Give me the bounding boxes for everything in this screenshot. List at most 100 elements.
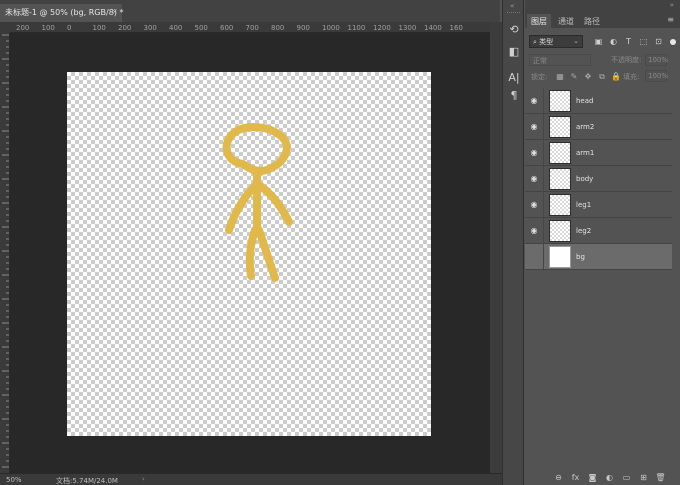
layer-name: leg2 [576, 227, 592, 235]
ruler-corner[interactable] [0, 22, 10, 33]
type-filter-icon[interactable]: T [623, 36, 634, 47]
panel-grip[interactable] [507, 12, 520, 14]
history-icon[interactable]: ⟲ [506, 22, 522, 38]
filter-toggle-dot[interactable] [670, 39, 676, 45]
lock-all-icon[interactable]: 🔒 [611, 72, 621, 82]
layer-row-leg1[interactable]: ◉ leg1 [525, 192, 672, 218]
character-icon[interactable]: A| [506, 70, 522, 86]
ruler-tick-label: 300 [143, 24, 157, 32]
eye-icon[interactable]: ◉ [529, 226, 539, 236]
ruler-tick-label: 900 [296, 24, 310, 32]
fill-field[interactable]: 100% [645, 70, 668, 82]
new-group-icon[interactable]: ▭ [621, 472, 632, 483]
layer-row-leg2[interactable]: ◉ leg2 [525, 218, 672, 244]
panel-tabs: 图层 通道 路径 ≡ [525, 12, 680, 28]
delete-layer-icon[interactable]: 🗑 [655, 472, 666, 483]
adjust-icon[interactable]: ◧ [506, 44, 522, 60]
ruler-tick-label: 1000 [322, 24, 340, 32]
expand-panel-icon[interactable]: » [670, 1, 674, 9]
pixel-filter-icon[interactable]: ▣ [593, 36, 604, 47]
eye-icon[interactable]: ◉ [529, 122, 539, 132]
lock-position-icon[interactable]: ✥ [583, 72, 593, 82]
layer-filter-row: ⌕ 类型 ⌄ ▣ ◐ T ⬚ ⊡ [525, 34, 680, 50]
vertical-ruler[interactable] [0, 33, 10, 473]
blend-row: 正常 不透明度: 100% [525, 54, 680, 68]
collapse-panels-icon[interactable]: « [510, 2, 514, 10]
ruler-tick-label: 600 [220, 24, 234, 32]
tab-paths[interactable]: 路径 [580, 14, 604, 28]
document-tab-bar: 未标题-1 @ 50% (bg, RGB/8) * × [0, 0, 500, 22]
visibility-toggle[interactable] [529, 252, 539, 262]
lock-image-icon[interactable]: ✎ [569, 72, 579, 82]
opacity-label: 不透明度: [611, 56, 642, 64]
layer-thumbnail [549, 220, 571, 242]
figure-arm-left [225, 182, 259, 234]
layer-separator [543, 192, 544, 218]
document-info: 文档:5.74M/24.0M [56, 477, 118, 485]
layer-row-head[interactable]: ◉ head [525, 88, 672, 114]
layer-thumbnail [549, 194, 571, 216]
ruler-tick-label: 0 [67, 24, 72, 32]
tab-layers[interactable]: 图层 [527, 14, 551, 28]
eye-icon[interactable]: ◉ [529, 96, 539, 106]
adjustment-layer-icon[interactable]: ◐ [604, 472, 615, 483]
chevron-down-icon: ⌄ [573, 37, 579, 45]
layer-thumbnail [549, 246, 571, 268]
add-mask-icon[interactable]: ◙ [587, 472, 598, 483]
panel-menu-icon[interactable]: ≡ [667, 15, 674, 24]
link-layers-icon[interactable]: ⊖ [553, 472, 564, 483]
opacity-field[interactable]: 100% [645, 54, 668, 66]
layer-name: head [576, 97, 594, 105]
vertical-scrollbar[interactable] [490, 22, 502, 473]
layer-style-icon[interactable]: fx [570, 472, 581, 483]
layer-row-arm2[interactable]: ◉ arm2 [525, 114, 672, 140]
document-canvas[interactable] [67, 72, 431, 436]
eye-icon[interactable]: ◉ [529, 174, 539, 184]
eye-icon[interactable]: ◉ [529, 148, 539, 158]
lock-artboard-icon[interactable]: ⧉ [597, 72, 607, 82]
lock-transparent-icon[interactable]: ▦ [555, 72, 565, 82]
layer-name: arm1 [576, 149, 595, 157]
adjustment-filter-icon[interactable]: ◐ [608, 36, 619, 47]
fill-label: 填充: [623, 73, 640, 81]
new-layer-icon[interactable]: ⊞ [638, 472, 649, 483]
search-icon: ⌕ [533, 38, 537, 46]
layer-separator [543, 218, 544, 244]
canvas-workspace[interactable] [10, 33, 490, 473]
layer-list: ◉ head ◉ arm2 ◉ arm1 ◉ body ◉ leg1 ◉ leg… [525, 88, 680, 270]
horizontal-ruler[interactable]: 200 100 0 100 200 300 400 500 600 700 800 900 1000 11… [10, 22, 490, 33]
layer-filter-select[interactable]: ⌕ 类型 ⌄ [529, 35, 583, 48]
shape-filter-icon[interactable]: ⬚ [638, 36, 649, 47]
blend-mode-select[interactable]: 正常 [529, 54, 591, 66]
ruler-tick-label: 1400 [424, 24, 442, 32]
figure-leg-right [255, 226, 279, 282]
lock-label: 锁定: [531, 73, 548, 81]
layer-separator [543, 114, 544, 140]
smart-object-filter-icon[interactable]: ⊡ [653, 36, 664, 47]
layer-row-bg[interactable]: bg [525, 244, 672, 270]
layer-separator [543, 140, 544, 166]
layer-separator [543, 244, 544, 270]
document-tab[interactable]: 未标题-1 @ 50% (bg, RGB/8) * × [0, 4, 123, 22]
ruler-tick-label: 100 [41, 24, 55, 32]
status-menu-arrow-icon[interactable]: › [142, 475, 145, 483]
zoom-level[interactable]: 50% [6, 476, 22, 484]
paragraph-icon[interactable]: ¶ [506, 88, 522, 104]
vertical-ruler-ticks [2, 34, 9, 468]
eye-icon[interactable]: ◉ [529, 200, 539, 210]
layers-panel: » 图层 通道 路径 ≡ ⌕ 类型 ⌄ ▣ ◐ T ⬚ ⊡ 正常 不透明度: 1… [525, 0, 680, 485]
ruler-tick-label: 200 [118, 24, 132, 32]
figure-arm-right [253, 180, 293, 226]
layer-row-arm1[interactable]: ◉ arm1 [525, 140, 672, 166]
stick-figure-drawing [222, 123, 293, 282]
tab-channels[interactable]: 通道 [554, 14, 578, 28]
layer-name: leg1 [576, 201, 592, 209]
ruler-tick-label: 1300 [398, 24, 417, 32]
layer-separator [543, 88, 544, 114]
ruler-tick-label: 1100 [347, 24, 366, 32]
close-icon[interactable]: × [111, 7, 118, 16]
photoshop-window: 未标题-1 @ 50% (bg, RGB/8) * × 200 100 0 100 20… [0, 0, 680, 485]
layer-thumbnail [549, 168, 571, 190]
layer-row-body[interactable]: ◉ body [525, 166, 672, 192]
ruler-tick-label: 200 [16, 24, 30, 32]
